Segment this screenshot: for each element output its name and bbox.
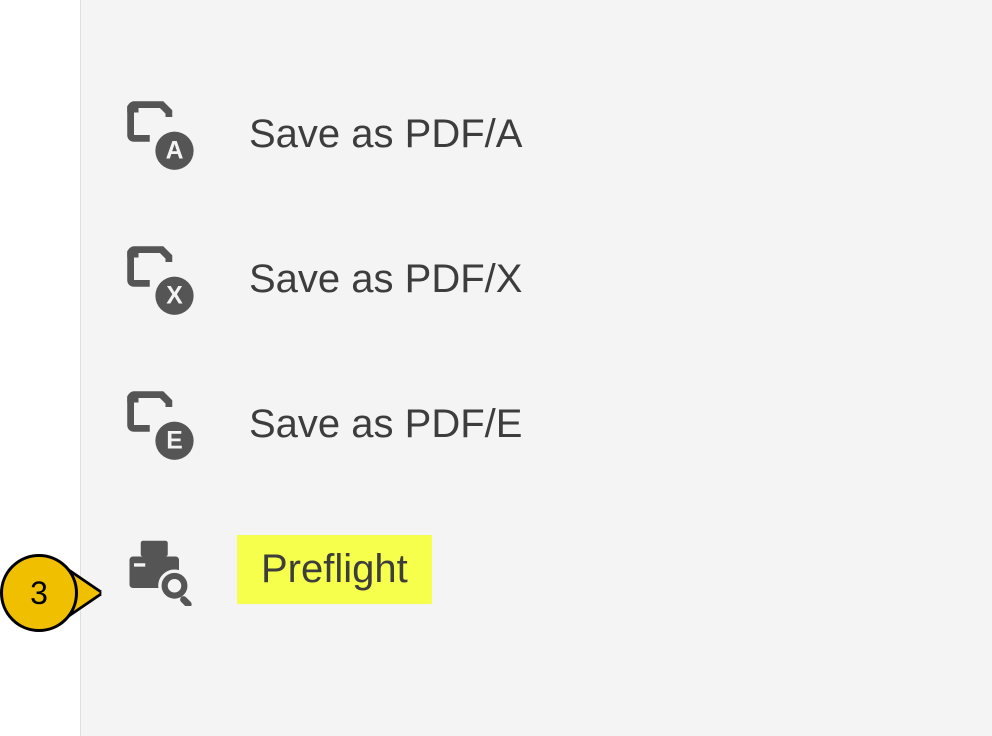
step-number-badge: 3 bbox=[0, 554, 78, 632]
tools-panel: A Save as PDF/A X Save as PDF/X bbox=[80, 0, 992, 736]
step-number: 3 bbox=[30, 575, 48, 612]
menu-item-save-pdf-e[interactable]: E Save as PDF/E bbox=[81, 352, 992, 497]
save-pdf-x-icon: X bbox=[121, 240, 201, 320]
svg-text:X: X bbox=[166, 282, 183, 309]
menu-item-label: Save as PDF/X bbox=[237, 251, 534, 308]
menu-item-save-pdf-x[interactable]: X Save as PDF/X bbox=[81, 207, 992, 352]
menu-item-label: Preflight bbox=[237, 535, 432, 604]
svg-text:E: E bbox=[166, 427, 183, 454]
svg-text:A: A bbox=[166, 137, 184, 164]
preflight-icon bbox=[121, 530, 201, 610]
menu-item-label: Save as PDF/A bbox=[237, 106, 534, 163]
step-annotation: 3 bbox=[0, 554, 100, 632]
menu-item-preflight[interactable]: Preflight bbox=[81, 497, 992, 642]
save-pdf-e-icon: E bbox=[121, 385, 201, 465]
menu-item-label: Save as PDF/E bbox=[237, 396, 534, 453]
menu-item-save-pdf-a[interactable]: A Save as PDF/A bbox=[81, 62, 992, 207]
save-pdf-a-icon: A bbox=[121, 95, 201, 175]
